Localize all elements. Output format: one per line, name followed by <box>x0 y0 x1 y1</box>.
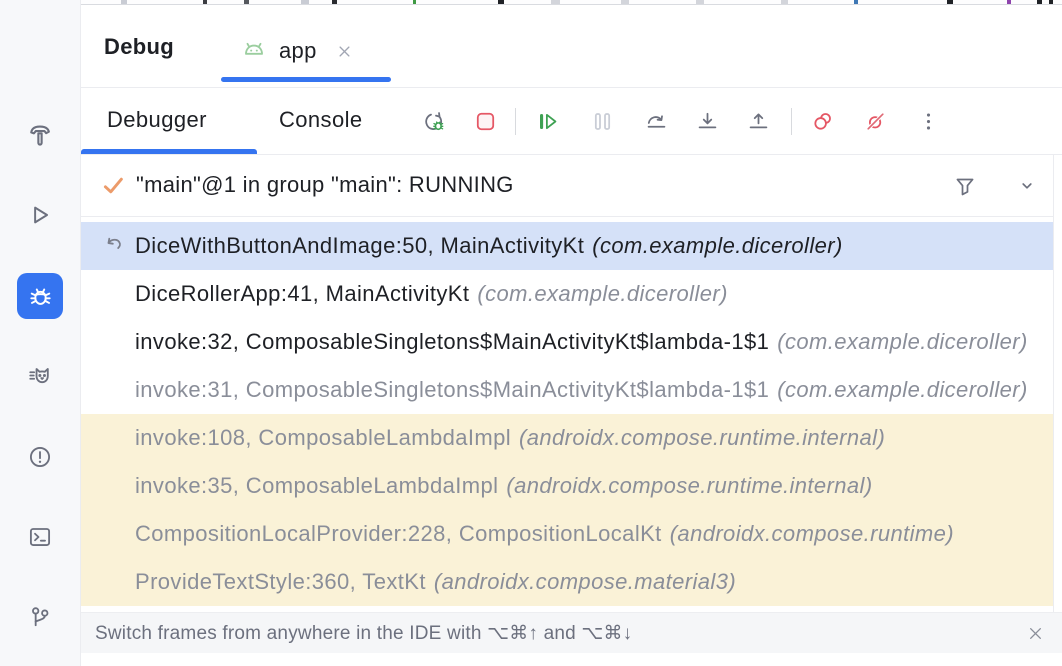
scrollbar-track <box>1053 155 1062 612</box>
debug-header: Debug app <box>81 5 1062 88</box>
stack-frame-row[interactable]: invoke:35, ComposableLambdaImpl (androidx… <box>81 462 1053 510</box>
thread-status-text: "main"@1 in group "main": RUNNING <box>136 172 514 198</box>
selected-tab-underline <box>221 77 391 82</box>
mute-breakpoints-button[interactable] <box>858 104 892 138</box>
frame-location: invoke:35, ComposableLambdaImpl <box>135 473 498 499</box>
frame-package: (androidx.compose.runtime.internal) <box>506 473 872 499</box>
step-into-icon <box>695 109 720 134</box>
stack-frame-row[interactable]: DiceWithButtonAndImage:50, MainActivityK… <box>81 222 1053 270</box>
sidebar-item-terminal[interactable] <box>17 514 63 560</box>
pause-button[interactable] <box>585 104 619 138</box>
mute-breakpoints-icon <box>863 109 888 134</box>
hammer-icon <box>26 121 54 149</box>
sidebar-item-logcat[interactable] <box>17 354 63 400</box>
stack-frame-row[interactable]: invoke:108, ComposableLambdaImpl (android… <box>81 414 1053 462</box>
hint-banner-text: Switch frames from anywhere in the IDE w… <box>95 622 632 645</box>
alert-circle-icon <box>27 444 53 470</box>
step-into-button[interactable] <box>690 104 724 138</box>
rerun-debugger-button[interactable] <box>416 104 450 138</box>
frame-location: DiceRollerApp:41, MainActivityKt <box>135 281 469 307</box>
stop-icon <box>473 109 498 134</box>
step-out-icon <box>746 109 771 134</box>
step-over-icon <box>644 109 669 134</box>
stack-frame-row[interactable]: invoke:32, ComposableSingletons$MainActi… <box>81 318 1053 366</box>
chevron-down-icon[interactable] <box>1015 174 1039 198</box>
close-icon[interactable] <box>1025 623 1046 644</box>
bug-icon <box>27 283 54 310</box>
sidebar-item-debug[interactable] <box>17 273 63 319</box>
tab-app-label: app <box>279 38 317 64</box>
stack-frame-row[interactable]: invoke:31, ComposableSingletons$MainActi… <box>81 366 1053 414</box>
frame-location: invoke:108, ComposableLambdaImpl <box>135 425 511 451</box>
more-options-icon <box>916 109 941 134</box>
debug-tool-window: Debug app Debugger Console <box>81 0 1062 666</box>
page-title: Debug <box>104 34 174 60</box>
filter-icon[interactable] <box>952 173 978 199</box>
frame-package: (com.example.diceroller) <box>777 377 1027 403</box>
hint-banner: Switch frames from anywhere in the IDE w… <box>81 612 1062 653</box>
check-icon <box>100 172 127 199</box>
git-branch-icon <box>27 604 53 630</box>
android-icon <box>241 38 267 64</box>
resume-button[interactable] <box>530 104 564 138</box>
frame-package: (com.example.diceroller) <box>592 233 842 259</box>
tool-window-stripe <box>0 0 81 666</box>
stack-frame-row[interactable]: DiceRollerApp:41, MainActivityKt (com.exa… <box>81 270 1053 318</box>
stack-frame-row[interactable]: ProvideTextStyle:360, TextKt (androidx.co… <box>81 558 1053 606</box>
close-icon[interactable] <box>335 42 354 61</box>
stack-frame-row[interactable]: CompositionLocalProvider:228, Compositio… <box>81 510 1053 558</box>
pause-icon <box>590 109 615 134</box>
step-over-button[interactable] <box>639 104 673 138</box>
stop-button[interactable] <box>468 104 502 138</box>
more-options-button[interactable] <box>911 104 945 138</box>
frame-location: invoke:31, ComposableSingletons$MainActi… <box>135 377 769 403</box>
play-icon <box>27 202 53 228</box>
tab-app[interactable]: app <box>241 29 354 73</box>
step-out-button[interactable] <box>741 104 775 138</box>
tab-debugger[interactable]: Debugger <box>107 107 207 133</box>
sidebar-item-problems[interactable] <box>17 434 63 480</box>
stack-frames-list: DiceWithButtonAndImage:50, MainActivityK… <box>81 217 1053 612</box>
cat-icon <box>27 364 53 390</box>
debugger-toolbar: Debugger Console <box>81 88 1062 155</box>
toolbar-separator <box>791 108 792 135</box>
frame-package: (com.example.diceroller) <box>777 329 1027 355</box>
frame-location: ProvideTextStyle:360, TextKt <box>135 569 426 595</box>
resume-icon <box>535 109 560 134</box>
frame-package: (androidx.compose.material3) <box>434 569 736 595</box>
selected-tab-underline <box>81 149 257 154</box>
thread-status-row[interactable]: "main"@1 in group "main": RUNNING <box>81 155 1062 217</box>
terminal-icon <box>27 524 53 550</box>
frame-package: (androidx.compose.runtime.internal) <box>519 425 885 451</box>
rerun-debugger-icon <box>421 109 446 134</box>
frame-package: (androidx.compose.runtime) <box>670 521 954 547</box>
sidebar-item-run[interactable] <box>17 192 63 238</box>
execution-point-arrow-icon <box>102 234 127 259</box>
frame-location: CompositionLocalProvider:228, Compositio… <box>135 521 662 547</box>
view-breakpoints-button[interactable] <box>805 104 839 138</box>
frame-location: invoke:32, ComposableSingletons$MainActi… <box>135 329 769 355</box>
frame-location: DiceWithButtonAndImage:50, MainActivityK… <box>135 233 584 259</box>
tab-console[interactable]: Console <box>279 107 363 133</box>
sidebar-item-build[interactable] <box>17 112 63 158</box>
toolbar-separator <box>515 108 516 135</box>
frame-package: (com.example.diceroller) <box>477 281 727 307</box>
sidebar-item-version-control[interactable] <box>17 594 63 640</box>
view-breakpoints-icon <box>810 109 835 134</box>
